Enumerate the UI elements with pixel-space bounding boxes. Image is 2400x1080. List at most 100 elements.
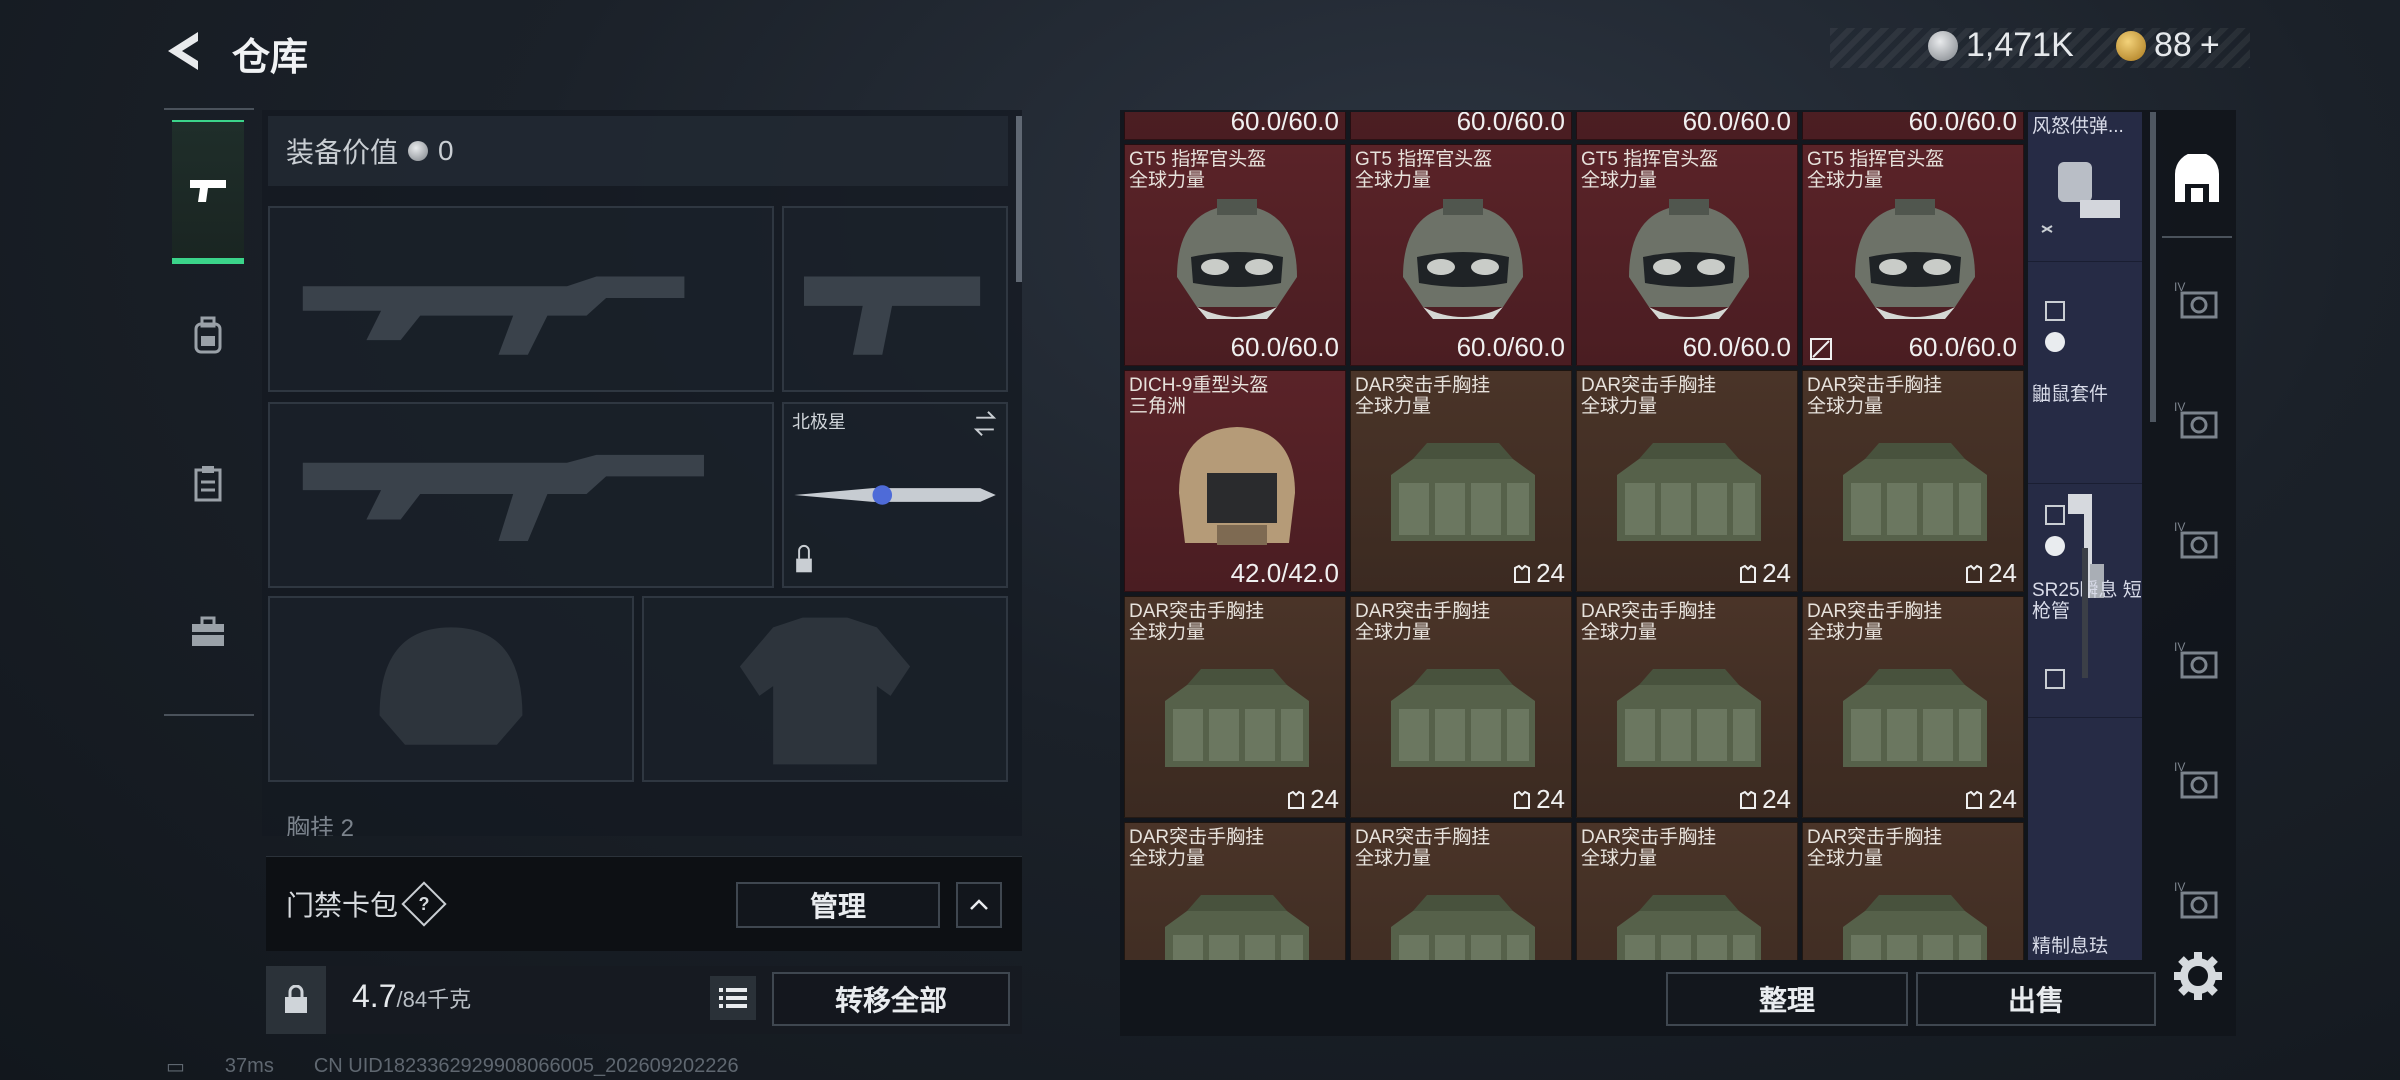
tab-backpack[interactable] (172, 268, 244, 404)
pistol-icon (190, 180, 226, 202)
item-name: DICH-9重型头盔 三角洲 (1129, 375, 1269, 417)
helmet-icon (1403, 199, 1523, 319)
item-name: GT5 指挥官头盔 全球力量 (1807, 149, 1945, 191)
primary-weapon-slot[interactable] (268, 206, 774, 392)
transfer-all-button[interactable]: 转移全部 (772, 972, 1010, 1026)
clipboard-icon (194, 466, 222, 502)
stash-item[interactable]: DAR突击手胸挂 全球力量 24 (1350, 596, 1572, 818)
stash-page-6[interactable]: IV (2170, 848, 2226, 958)
chest-rig-label: 胸挂 2 (286, 815, 355, 836)
stash-item[interactable]: DAR突击手胸挂 全球力量 24 (1124, 596, 1346, 818)
stack-count: 24 (1738, 784, 1791, 815)
item-name: DAR突击手胸挂 全球力量 (1129, 601, 1265, 643)
stash-page-icon: IV (2174, 280, 2218, 319)
stash-item[interactable]: GT5 指挥官头盔 全球力量 60.0/60.0 (1576, 144, 1798, 366)
stash-item[interactable]: GT5 指挥官头盔 全球力量 60.0/60.0 (1124, 144, 1346, 366)
stash-item[interactable]: DAR突击手胸挂 全球力量 (1124, 822, 1346, 960)
side-item-name: 精制息珐 (2032, 936, 2109, 957)
heavy-helmet-icon (1179, 427, 1295, 545)
stash-cell-partial[interactable]: 60.0/60.0 (1350, 112, 1572, 140)
stash-item[interactable]: DAR突击手胸挂 全球力量 (1350, 822, 1572, 960)
durability-value: 60.0/60.0 (1230, 332, 1339, 362)
stash-item[interactable]: DAR突击手胸挂 全球力量 24 (1802, 370, 2024, 592)
item-name: GT5 指挥官头盔 全球力量 (1355, 149, 1493, 191)
list-icon (719, 988, 747, 1008)
sell-button[interactable]: 出售 (1916, 972, 2156, 1026)
help-icon[interactable]: ? (401, 881, 447, 927)
helmet-icon (1177, 199, 1297, 319)
tab-clipboard[interactable] (172, 416, 244, 552)
stash-item[interactable]: DICH-9重型头盔 三角洲 42.0/42.0 (1124, 370, 1346, 592)
stash-cell-partial[interactable]: 60.0/60.0 (1124, 112, 1346, 140)
stash-page-5[interactable]: IV (2170, 728, 2226, 838)
item-name: DAR突击手胸挂 全球力量 (1807, 827, 1943, 869)
tab-toolbox[interactable] (172, 564, 244, 700)
manage-button[interactable]: 管理 (736, 882, 940, 928)
chevron-up-icon (970, 899, 988, 910)
stash-item[interactable]: DAR突击手胸挂 全球力量 (1576, 822, 1798, 960)
no-insure-icon (1810, 338, 1832, 360)
stash-page-rail: IV IV IV IV IV IV (2162, 236, 2232, 919)
svg-text:IV: IV (2174, 400, 2185, 414)
melee-slot[interactable]: 北极星 (782, 402, 1008, 588)
stash-item[interactable]: DAR突击手胸挂 全球力量 24 (1576, 370, 1798, 592)
item-name: DAR突击手胸挂 全球力量 (1581, 375, 1717, 417)
status-bar: ▭ 37ms CN UID1823362929908066005_2026092… (166, 1054, 739, 1079)
rifle-silhouette-icon (302, 454, 704, 541)
stash-page-4[interactable]: IV (2170, 608, 2226, 718)
durability-value: 42.0/42.0 (1230, 558, 1339, 588)
stash-home-button[interactable] (2162, 140, 2232, 220)
gold-currency[interactable]: 88 + (2116, 26, 2220, 65)
stash-item[interactable]: GT5 指挥官头盔 全球力量 60.0/60.0 (1802, 144, 2024, 366)
keycard-label: 门禁卡包 (286, 890, 399, 921)
stash-scrollbar[interactable] (2150, 112, 2156, 422)
equipment-value: 装备价值 0 (268, 116, 1008, 186)
helmet-icon (1855, 199, 1975, 319)
capacity-icon (1740, 564, 1757, 583)
back-button[interactable] (160, 28, 210, 74)
capacity-icon (1514, 564, 1531, 583)
organize-button[interactable]: 整理 (1666, 972, 1908, 1026)
item-name: DAR突击手胸挂 全球力量 (1581, 827, 1717, 869)
stash-cell-partial[interactable]: 60.0/60.0 (1802, 112, 2024, 140)
helmet-slot[interactable] (268, 596, 634, 782)
silver-currency: 1,471K (1928, 26, 2074, 65)
secondary-weapon-slot[interactable] (268, 402, 774, 588)
stash-item[interactable]: DAR突击手胸挂 全球力量 24 (1350, 370, 1572, 592)
item-name: GT5 指挥官头盔 全球力量 (1581, 149, 1719, 191)
stash-cell-partial[interactable]: 60.0/60.0 (1576, 112, 1798, 140)
loadout-scrollbar[interactable] (1016, 116, 1022, 282)
durability-value: 60.0/60.0 (1908, 112, 2017, 136)
armor-slot[interactable] (642, 596, 1008, 782)
stash-item[interactable]: DAR突击手胸挂 全球力量 24 (1802, 596, 2024, 818)
stash-page-icon: IV (2174, 880, 2218, 919)
equip-value-label: 装备价值 (286, 137, 399, 168)
gold-plus[interactable]: + (2200, 26, 2220, 65)
item-name: DAR突击手胸挂 全球力量 (1129, 827, 1265, 869)
silver-amount: 1,471K (1966, 26, 2074, 64)
attachment-icon (2041, 162, 2120, 233)
stash-page-3[interactable]: IV (2170, 488, 2226, 598)
capacity-icon (1740, 790, 1757, 809)
svg-text:IV: IV (2174, 280, 2185, 294)
stash-item[interactable]: DAR突击手胸挂 全球力量 (1802, 822, 2024, 960)
side-item-3[interactable]: SR25瞬息 短枪管 (2028, 484, 2142, 718)
settings-button[interactable] (2168, 946, 2228, 1006)
stash-page-2[interactable]: IV (2170, 368, 2226, 478)
item-name: DAR突击手胸挂 全球力量 (1807, 375, 1943, 417)
stash-item[interactable]: DAR突击手胸挂 全球力量 24 (1576, 596, 1798, 818)
pistol-silhouette-icon (804, 276, 981, 355)
silver-coin-icon (408, 141, 429, 161)
keycard-label-group: 门禁卡包 ? (286, 881, 447, 927)
warehouse-icon (2175, 154, 2219, 202)
side-item-1[interactable]: 风怒供弹... (2028, 112, 2142, 262)
stash-item[interactable]: GT5 指挥官头盔 全球力量 60.0/60.0 (1350, 144, 1572, 366)
sidearm-slot[interactable] (782, 206, 1008, 392)
tab-weapons[interactable] (172, 120, 244, 264)
expand-button[interactable] (956, 882, 1002, 928)
knife-icon (794, 411, 997, 573)
stash-page-1[interactable]: IV (2170, 248, 2226, 358)
durability-value: 60.0/60.0 (1682, 112, 1791, 136)
capacity-icon (1288, 790, 1305, 809)
list-view-button[interactable] (710, 976, 756, 1020)
